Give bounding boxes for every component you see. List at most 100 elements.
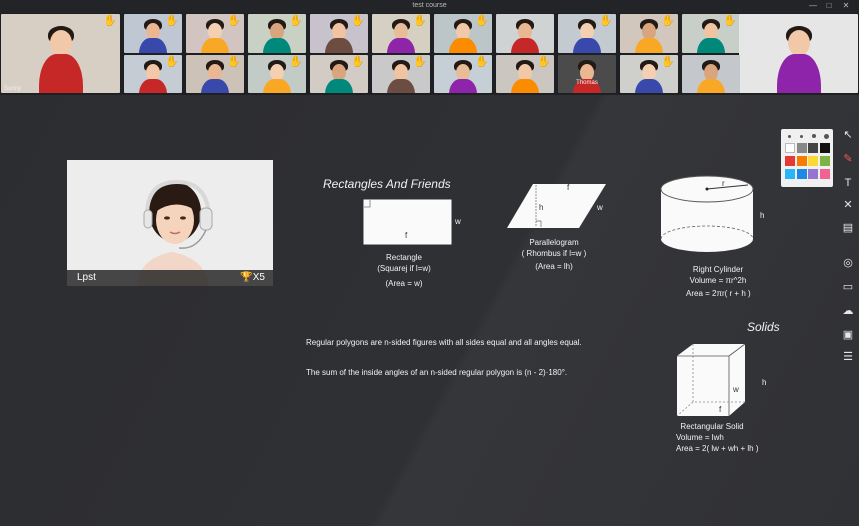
- participant-tile[interactable]: ✋: [310, 55, 368, 93]
- participant-name: Sunny: [4, 86, 22, 92]
- participant-tile[interactable]: ✋ Sunny: [1, 14, 120, 93]
- parallelogram-side-f: f: [567, 183, 570, 192]
- raised-hand-icon: ✋: [413, 15, 427, 27]
- raised-hand-icon: ✋: [103, 15, 117, 27]
- brush-size-4[interactable]: [824, 134, 829, 139]
- color-swatch[interactable]: [785, 169, 795, 179]
- raised-hand-icon: ✋: [661, 56, 675, 68]
- raised-hand-icon: ✋: [351, 15, 365, 27]
- raised-hand-icon: ✋: [227, 15, 241, 27]
- raised-hand-icon: ✋: [165, 15, 179, 27]
- chat-icon[interactable]: ▭: [839, 278, 857, 296]
- cursor-icon[interactable]: ↖: [839, 126, 857, 144]
- parallelogram-area: (Area = lh): [535, 262, 573, 271]
- window-title: test course: [412, 2, 447, 9]
- cylinder-radius-r: r: [722, 179, 725, 188]
- color-swatch[interactable]: [808, 143, 818, 153]
- participant-tile[interactable]: ✋: [434, 55, 492, 93]
- whiteboard[interactable]: Lpst 🏆X5 Rectangles And Friends f w Rect…: [0, 95, 859, 526]
- color-swatch[interactable]: [819, 143, 830, 153]
- record-icon[interactable]: ◎: [839, 254, 857, 272]
- color-swatch[interactable]: [819, 156, 830, 166]
- participant-name: Thomas: [576, 80, 598, 86]
- raised-hand-icon: ✋: [413, 56, 427, 68]
- color-swatch[interactable]: [819, 169, 830, 179]
- participant-tile[interactable]: ✋: [682, 14, 740, 53]
- brush-size-2[interactable]: [800, 135, 803, 138]
- raised-hand-icon: ✋: [165, 56, 179, 68]
- brush-size-1[interactable]: [788, 135, 791, 138]
- minimize-button[interactable]: —: [807, 1, 819, 10]
- raised-hand-icon: ✋: [537, 56, 551, 68]
- participant-tile[interactable]: ✋: [620, 55, 678, 93]
- participant-tile[interactable]: [496, 14, 554, 53]
- rectangle-side-f: f: [405, 231, 408, 240]
- participant-tile[interactable]: ✋: [372, 55, 430, 93]
- rectangle-sub: (Squarej if l=w): [377, 264, 431, 273]
- participant-tile[interactable]: ✋: [372, 14, 430, 53]
- eraser-icon[interactable]: ✕: [839, 196, 857, 214]
- teacher-video[interactable]: Lpst 🏆X5: [67, 160, 273, 286]
- app-window: test course — □ ✕ ✋ Sunny ✋ ✋ ✋ ✋ ✋ ✋ ✋ ✋ ✋ ✋ ✋ ✋ ✋ ✋ ✋ ✋…: [0, 0, 859, 526]
- teacher-name: Lpst: [77, 272, 96, 283]
- cylinder-drawing: [660, 175, 754, 252]
- participant-avatar: [787, 30, 810, 57]
- color-swatch[interactable]: [808, 169, 818, 179]
- participant-body: [38, 54, 83, 93]
- participant-tile[interactable]: ✋: [310, 14, 368, 53]
- rectangle-area: (Area = w): [385, 279, 423, 288]
- pen-icon[interactable]: ✎: [839, 150, 857, 168]
- participant-tile[interactable]: ✋: [558, 14, 616, 53]
- raised-hand-icon: ✋: [289, 15, 303, 27]
- parallelogram-sub: ( Rhombus if l=w ): [521, 249, 587, 258]
- trash-icon[interactable]: ▤: [839, 219, 857, 237]
- color-swatch[interactable]: [796, 156, 807, 166]
- participant-tile[interactable]: ✋: [248, 55, 306, 93]
- raised-hand-icon: ✋: [475, 56, 489, 68]
- solids-title: Solids: [747, 320, 780, 334]
- parallelogram-name: Parallelogram: [529, 238, 579, 247]
- participant-tile[interactable]: ✋: [186, 14, 244, 53]
- color-swatch[interactable]: [808, 156, 818, 166]
- color-swatch[interactable]: [796, 169, 807, 179]
- cylinder-name: Right Cylinder: [692, 265, 744, 274]
- brush-size-3[interactable]: [812, 134, 816, 138]
- text-icon[interactable]: T: [839, 174, 857, 192]
- participant-avatar: [49, 30, 72, 57]
- cylinder-area: Area = 2πr( r + h ): [686, 289, 751, 298]
- participant-tile[interactable]: ✋: [186, 55, 244, 93]
- trophy-icon: 🏆: [240, 272, 253, 283]
- cylinder-volume: Volume = πr^2h: [689, 276, 747, 285]
- solid-volume: Volume = lwh: [676, 433, 724, 442]
- color-swatch[interactable]: [785, 143, 795, 153]
- rectangles-title: Rectangles And Friends: [323, 177, 451, 191]
- right-toolbar: ↖ ✎ T ✕ ▤ ◎ ▭ ☁ ▣ ☰: [837, 126, 859, 406]
- participant-tile[interactable]: ✋: [248, 14, 306, 53]
- participant-tile[interactable]: [739, 14, 858, 93]
- color-swatch[interactable]: [785, 156, 795, 166]
- rectangle-side-w: w: [455, 217, 461, 226]
- close-button[interactable]: ✕: [840, 1, 852, 10]
- cloud-icon[interactable]: ☁: [839, 302, 857, 320]
- raised-hand-icon: ✋: [289, 56, 303, 68]
- participant-tile[interactable]: [682, 55, 740, 93]
- participant-tile[interactable]: ✋: [496, 55, 554, 93]
- layers-icon[interactable]: ☰: [839, 348, 857, 366]
- raised-hand-icon: ✋: [661, 15, 675, 27]
- trophy-counter: 🏆X5: [240, 272, 265, 283]
- participant-tile[interactable]: Thomas: [558, 55, 616, 93]
- briefcase-icon[interactable]: ▣: [839, 326, 857, 344]
- maximize-button[interactable]: □: [823, 1, 835, 10]
- participant-tile[interactable]: ✋: [124, 14, 182, 53]
- solid-area: Area = 2( lw + wh + lh ): [676, 444, 759, 453]
- rectangular-solid-drawing: [676, 343, 746, 417]
- participant-tile[interactable]: ✋: [124, 55, 182, 93]
- teacher-image: [67, 160, 273, 286]
- solid-length-f: f: [719, 405, 722, 414]
- trophy-count: X5: [252, 272, 265, 283]
- title-bar: test course — □ ✕: [0, 0, 859, 13]
- solid-height-h: h: [762, 378, 767, 387]
- color-swatch[interactable]: [796, 143, 807, 153]
- participant-tile[interactable]: ✋: [434, 14, 492, 53]
- participant-tile[interactable]: ✋: [620, 14, 678, 53]
